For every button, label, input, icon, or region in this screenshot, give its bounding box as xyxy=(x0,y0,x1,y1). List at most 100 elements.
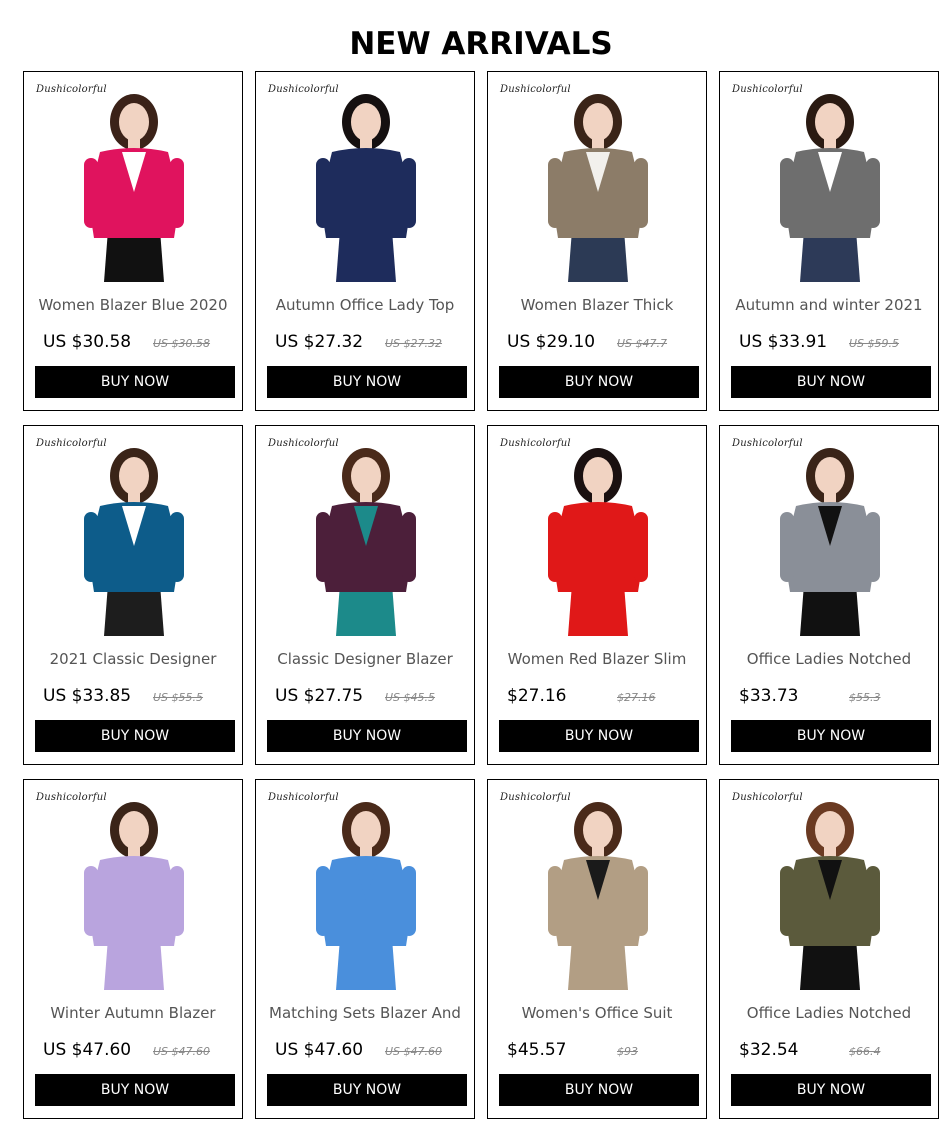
product-image[interactable]: Dushicolorful xyxy=(730,80,928,282)
buy-now-button[interactable]: BUY NOW xyxy=(731,366,931,398)
original-price: US $27.32 xyxy=(385,337,443,350)
model-photo xyxy=(780,802,880,990)
face xyxy=(119,457,149,495)
product-title-text: Office Ladies Notched xyxy=(746,1004,912,1022)
product-title[interactable]: Classic Designer Blazer xyxy=(264,650,466,668)
buy-now-button[interactable]: BUY NOW xyxy=(499,720,699,752)
buy-now-button[interactable]: BUY NOW xyxy=(35,366,235,398)
product-image[interactable]: Dushicolorful xyxy=(266,788,464,990)
product-title[interactable]: Women Blazer Thick xyxy=(496,296,698,314)
brand-logo: Dushicolorful xyxy=(732,84,803,95)
product-title[interactable]: Autumn and winter 2021 xyxy=(728,296,930,314)
brand-logo: Dushicolorful xyxy=(500,792,571,803)
product-image[interactable]: Dushicolorful xyxy=(498,788,696,990)
left-sleeve xyxy=(548,866,562,936)
buy-now-button[interactable]: BUY NOW xyxy=(267,366,467,398)
face xyxy=(351,811,381,849)
product-image[interactable]: Dushicolorful xyxy=(34,788,232,990)
product-card[interactable]: Dushicolorful Office Ladies Notched $32.… xyxy=(719,779,939,1119)
brand-logo: Dushicolorful xyxy=(36,792,107,803)
original-price: US $47.60 xyxy=(385,1045,443,1058)
right-sleeve xyxy=(634,866,648,936)
buy-now-button[interactable]: BUY NOW xyxy=(35,1074,235,1106)
product-price: US $47.60 xyxy=(275,1040,364,1060)
product-card[interactable]: Dushicolorful Women Blazer Blue 2020 US … xyxy=(23,71,243,411)
face xyxy=(583,457,613,495)
product-card[interactable]: Dushicolorful Autumn Office Lady Top US … xyxy=(255,71,475,411)
product-title-text: Autumn Office Lady Top xyxy=(275,296,455,314)
product-card[interactable]: Dushicolorful Classic Designer Blazer US… xyxy=(255,425,475,765)
buy-now-button[interactable]: BUY NOW xyxy=(731,720,931,752)
product-image[interactable]: Dushicolorful xyxy=(730,434,928,636)
right-sleeve xyxy=(170,158,184,228)
product-title-text: Classic Designer Blazer xyxy=(277,650,453,668)
page-title: NEW ARRIVALS xyxy=(349,26,613,62)
left-sleeve xyxy=(780,512,794,582)
brand-logo: Dushicolorful xyxy=(732,438,803,449)
left-sleeve xyxy=(548,158,562,228)
buy-now-button[interactable]: BUY NOW xyxy=(731,1074,931,1106)
model-photo xyxy=(548,448,648,636)
product-image[interactable]: Dushicolorful xyxy=(34,80,232,282)
face xyxy=(351,103,381,141)
left-sleeve xyxy=(316,866,330,936)
product-title[interactable]: Women Red Blazer Slim xyxy=(496,650,698,668)
left-sleeve xyxy=(548,512,562,582)
brand-logo: Dushicolorful xyxy=(36,84,107,95)
product-price: US $33.85 xyxy=(43,686,132,706)
product-title-text: Winter Autumn Blazer xyxy=(50,1004,216,1022)
product-image[interactable]: Dushicolorful xyxy=(34,434,232,636)
right-sleeve xyxy=(402,512,416,582)
product-image[interactable]: Dushicolorful xyxy=(498,80,696,282)
left-sleeve xyxy=(84,866,98,936)
product-title-text: 2021 Classic Designer xyxy=(49,650,217,668)
product-image[interactable]: Dushicolorful xyxy=(498,434,696,636)
product-card[interactable]: Dushicolorful 2021 Classic Designer US $… xyxy=(23,425,243,765)
product-title[interactable]: Office Ladies Notched xyxy=(728,1004,930,1022)
buy-now-button[interactable]: BUY NOW xyxy=(267,1074,467,1106)
product-card[interactable]: Dushicolorful Women Blazer Thick US $29.… xyxy=(487,71,707,411)
original-price: $27.16 xyxy=(617,691,656,704)
product-image[interactable]: Dushicolorful xyxy=(266,434,464,636)
face xyxy=(815,811,845,849)
product-title[interactable]: Autumn Office Lady Top xyxy=(264,296,466,314)
original-price: US $55.5 xyxy=(153,691,204,704)
product-image[interactable]: Dushicolorful xyxy=(266,80,464,282)
product-card[interactable]: Dushicolorful Matching Sets Blazer And U… xyxy=(255,779,475,1119)
product-title[interactable]: Women's Office Suit xyxy=(496,1004,698,1022)
right-sleeve xyxy=(170,512,184,582)
product-image[interactable]: Dushicolorful xyxy=(730,788,928,990)
product-title[interactable]: 2021 Classic Designer xyxy=(32,650,234,668)
left-sleeve xyxy=(316,158,330,228)
buy-now-button[interactable]: BUY NOW xyxy=(35,720,235,752)
product-title[interactable]: Winter Autumn Blazer xyxy=(32,1004,234,1022)
product-title-text: Women Blazer Blue 2020 xyxy=(38,296,228,314)
product-price: $33.73 xyxy=(739,686,799,706)
model-photo xyxy=(548,94,648,282)
model-photo xyxy=(316,94,416,282)
left-sleeve xyxy=(84,158,98,228)
product-price: US $27.32 xyxy=(275,332,364,352)
right-sleeve xyxy=(402,158,416,228)
original-price: US $47.60 xyxy=(153,1045,211,1058)
product-title[interactable]: Women Blazer Blue 2020 xyxy=(32,296,234,314)
product-card[interactable]: Dushicolorful Women Red Blazer Slim $27.… xyxy=(487,425,707,765)
face xyxy=(583,811,613,849)
product-card[interactable]: Dushicolorful Autumn and winter 2021 US … xyxy=(719,71,939,411)
original-price: US $30.58 xyxy=(153,337,211,350)
brand-logo: Dushicolorful xyxy=(268,792,339,803)
product-price: US $33.91 xyxy=(739,332,828,352)
face xyxy=(119,811,149,849)
right-sleeve xyxy=(634,158,648,228)
product-card[interactable]: Dushicolorful Winter Autumn Blazer US $4… xyxy=(23,779,243,1119)
product-title[interactable]: Matching Sets Blazer And xyxy=(264,1004,466,1022)
product-title-text: Women Blazer Thick xyxy=(520,296,674,314)
product-card[interactable]: Dushicolorful Women's Office Suit $45.57… xyxy=(487,779,707,1119)
face xyxy=(351,457,381,495)
product-price: US $29.10 xyxy=(507,332,596,352)
buy-now-button[interactable]: BUY NOW xyxy=(499,1074,699,1106)
buy-now-button[interactable]: BUY NOW xyxy=(267,720,467,752)
product-card[interactable]: Dushicolorful Office Ladies Notched $33.… xyxy=(719,425,939,765)
product-title[interactable]: Office Ladies Notched xyxy=(728,650,930,668)
buy-now-button[interactable]: BUY NOW xyxy=(499,366,699,398)
